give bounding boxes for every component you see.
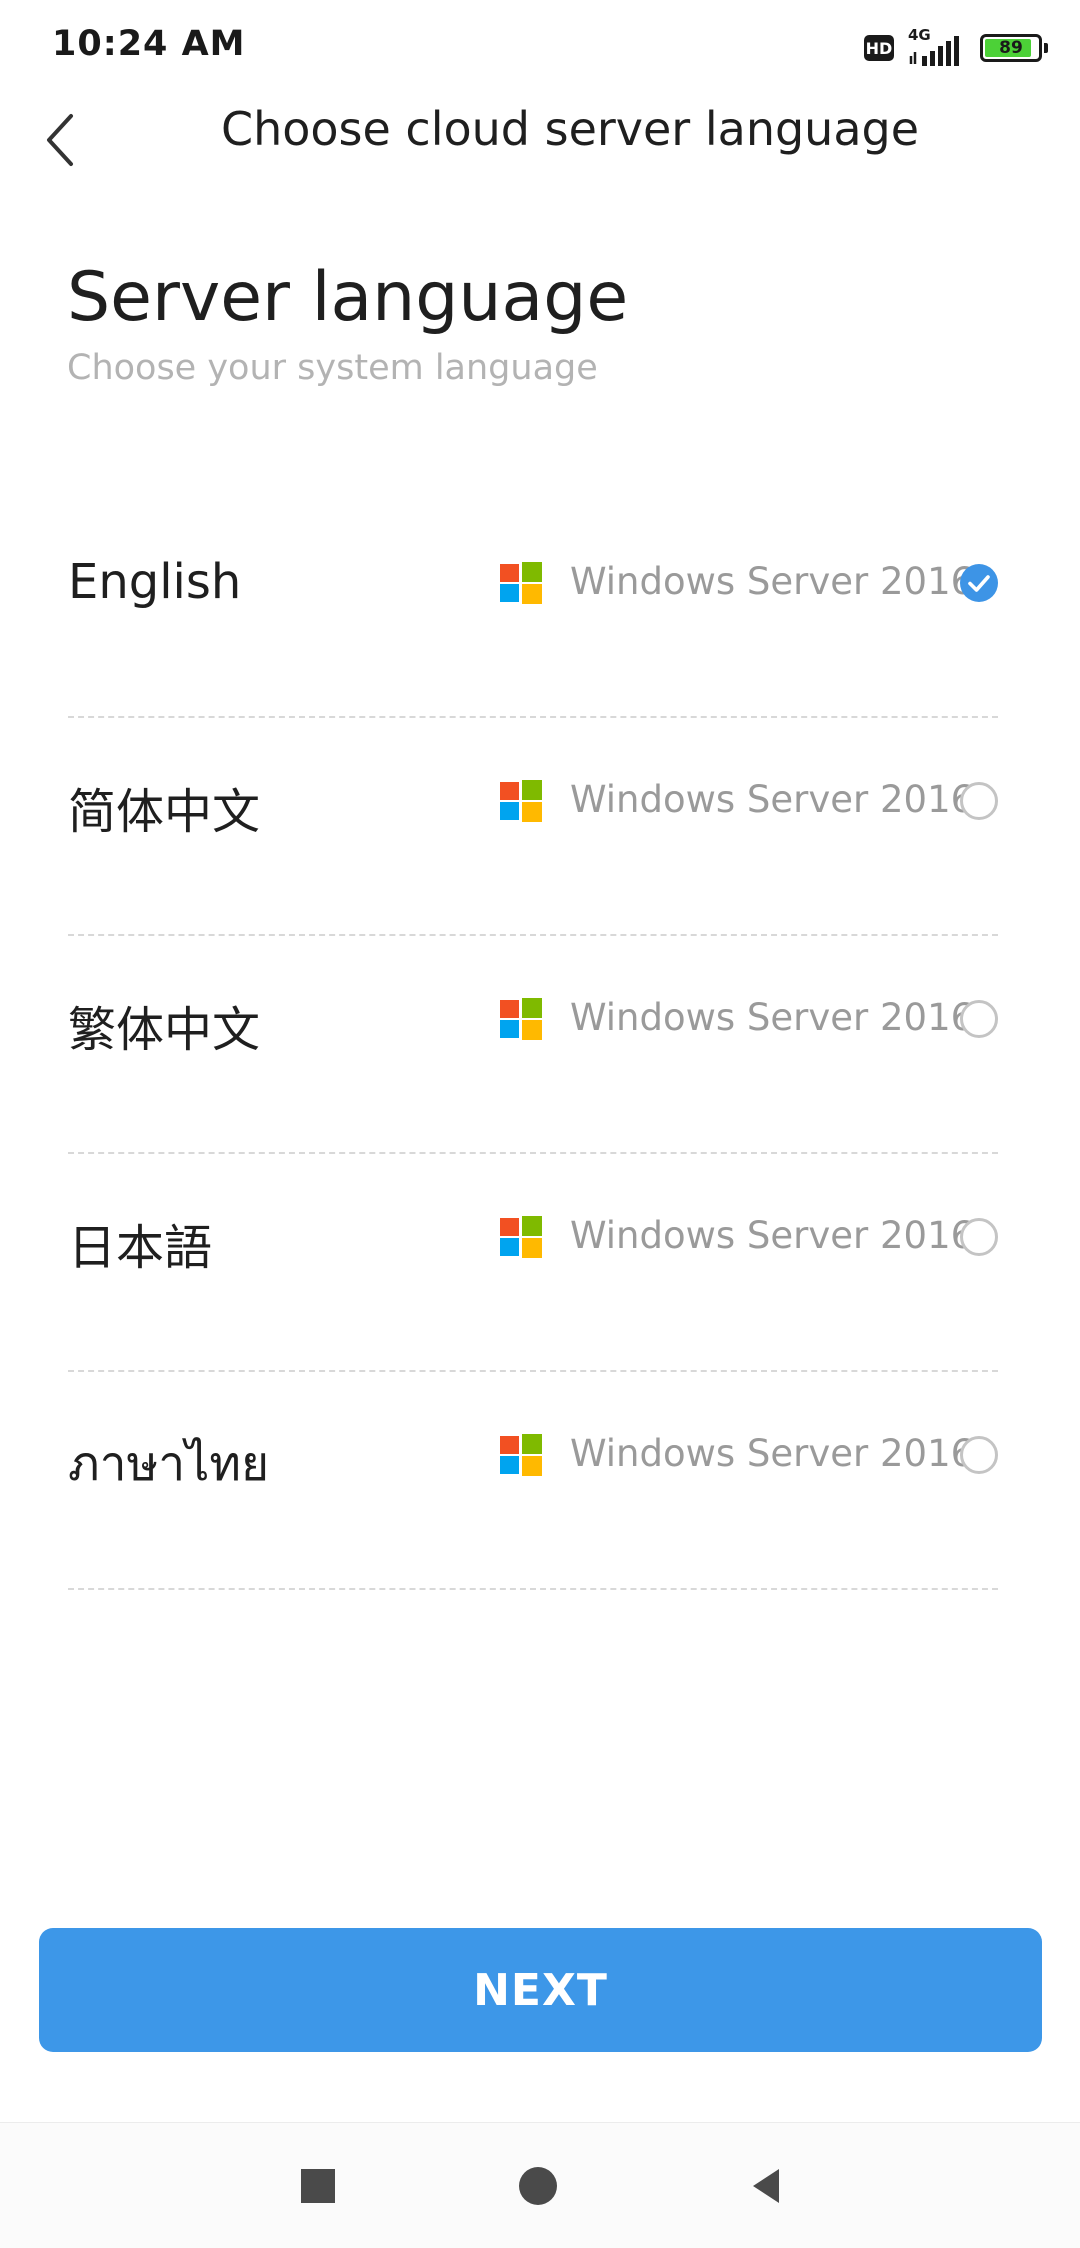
os-label: Windows Server 2016	[570, 996, 975, 1039]
page-title: Choose cloud server language	[220, 102, 920, 156]
signal-icon: 4G	[908, 26, 966, 68]
language-name: 繁体中文	[68, 1002, 261, 1058]
os-label: Windows Server 2016	[570, 1214, 975, 1257]
hd-icon: HD	[864, 35, 894, 61]
recents-button[interactable]	[278, 2146, 358, 2226]
section-subtitle: Choose your system language	[67, 348, 598, 388]
battery-tip	[1044, 43, 1048, 53]
radio-button[interactable]	[960, 1218, 998, 1256]
os-label: Windows Server 2016	[570, 1432, 975, 1475]
circle-icon	[519, 2167, 557, 2205]
language-item-thai[interactable]: ภาษาไทย Windows Server 2016	[68, 1372, 998, 1590]
language-name: 日本語	[68, 1220, 213, 1276]
system-back-button[interactable]	[726, 2146, 806, 2226]
home-button[interactable]	[498, 2146, 578, 2226]
language-item-japanese[interactable]: 日本語 Windows Server 2016	[68, 1154, 998, 1372]
language-item-simplified-chinese[interactable]: 简体中文 Windows Server 2016	[68, 718, 998, 936]
checkmark-icon	[968, 575, 990, 592]
radio-button[interactable]	[960, 1000, 998, 1038]
language-list: English Windows Server 2016 简体中文 Windows…	[68, 500, 998, 1590]
windows-logo-icon	[500, 998, 542, 1040]
square-icon	[301, 2169, 335, 2203]
language-name: English	[68, 554, 242, 610]
radio-button[interactable]	[960, 1436, 998, 1474]
status-bar: 10:24 AM HD 4G 89	[0, 0, 1080, 90]
section-title: Server language	[67, 258, 629, 337]
screen: 10:24 AM HD 4G 89 Choose cloud server la…	[0, 0, 1080, 2248]
status-icons: HD 4G 89	[864, 26, 1048, 68]
radio-button[interactable]	[960, 782, 998, 820]
language-name: 简体中文	[68, 784, 261, 840]
triangle-back-icon	[753, 2169, 779, 2203]
signal-bars-icon	[909, 36, 959, 66]
battery-level: 89	[999, 38, 1023, 58]
language-item-traditional-chinese[interactable]: 繁体中文 Windows Server 2016	[68, 936, 998, 1154]
windows-logo-icon	[500, 1216, 542, 1258]
radio-button-checked[interactable]	[960, 564, 998, 602]
header: Choose cloud server language	[0, 90, 1080, 200]
windows-logo-icon	[500, 1434, 542, 1476]
battery-icon: 89	[980, 34, 1048, 62]
os-label: Windows Server 2016	[570, 778, 975, 821]
status-time: 10:24 AM	[52, 24, 246, 64]
windows-logo-icon	[500, 780, 542, 822]
language-name: ภาษาไทย	[68, 1436, 270, 1492]
next-button[interactable]: NEXT	[39, 1928, 1042, 2052]
windows-logo-icon	[500, 562, 542, 604]
os-label: Windows Server 2016	[570, 560, 975, 603]
nav-bar	[0, 2122, 1080, 2248]
language-item-english[interactable]: English Windows Server 2016	[68, 500, 998, 718]
